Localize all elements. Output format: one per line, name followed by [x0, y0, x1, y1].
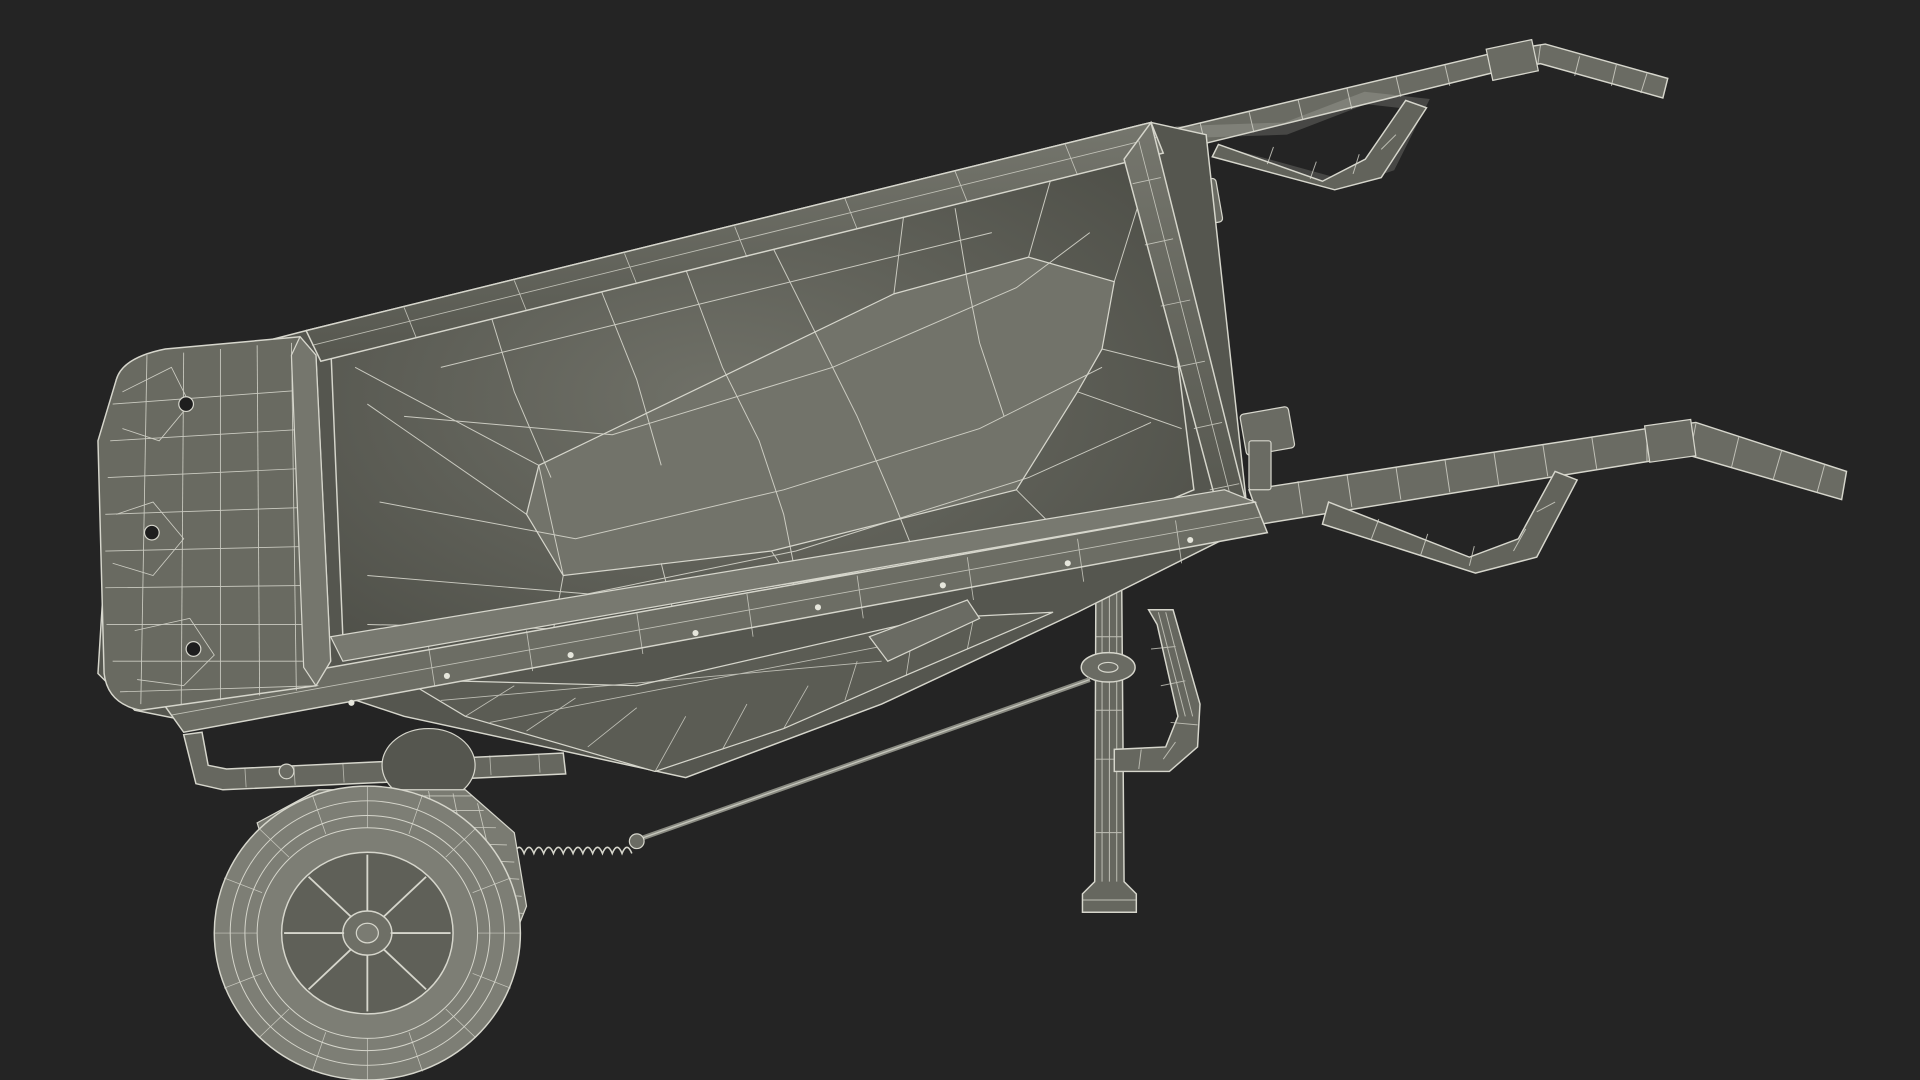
wheelbarrow-render	[97, 38, 1848, 1080]
upper-handle	[1149, 38, 1669, 191]
lower-handle	[1247, 418, 1848, 574]
render-viewport	[0, 0, 1920, 1080]
